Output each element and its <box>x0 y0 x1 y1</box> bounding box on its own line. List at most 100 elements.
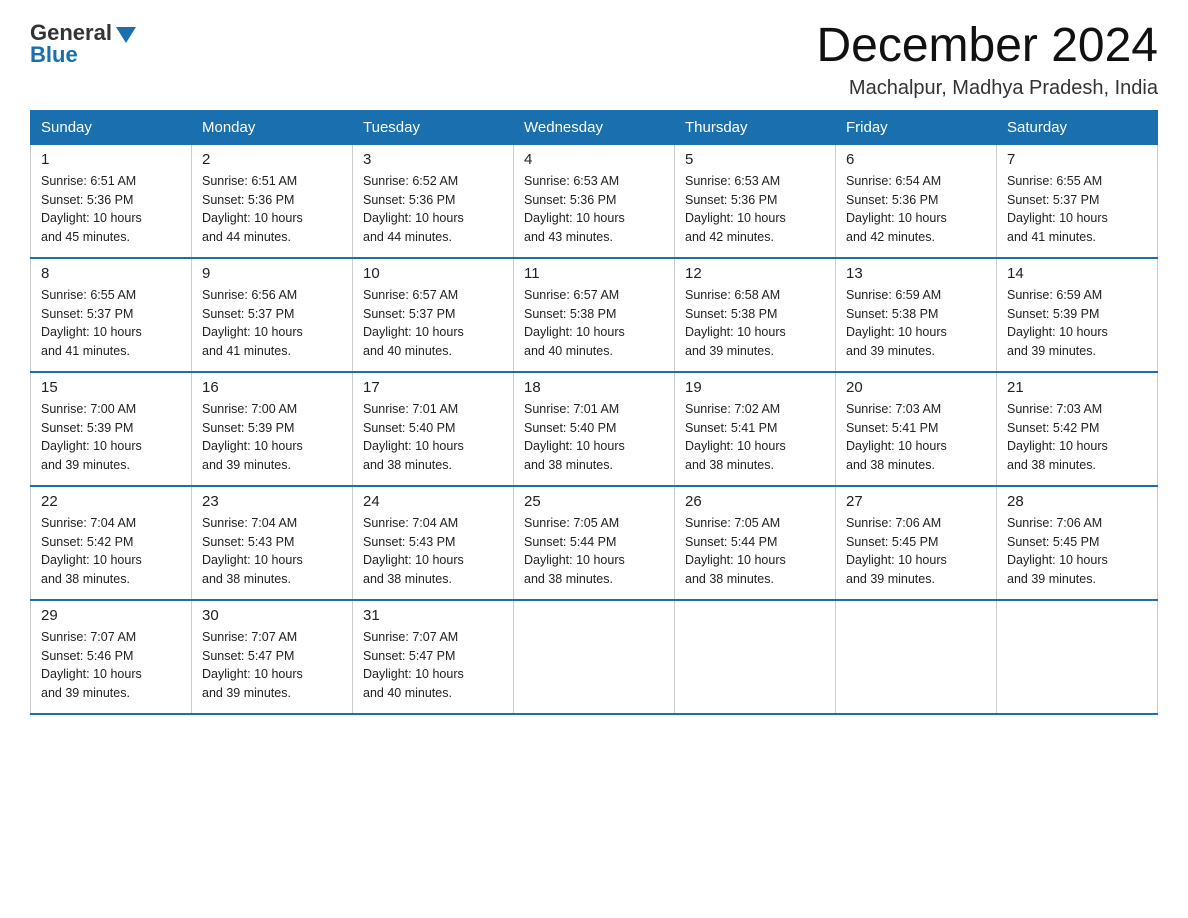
day-info: Sunrise: 7:07 AMSunset: 5:46 PMDaylight:… <box>41 628 181 703</box>
day-info: Sunrise: 6:59 AMSunset: 5:38 PMDaylight:… <box>846 286 986 361</box>
day-info: Sunrise: 7:05 AMSunset: 5:44 PMDaylight:… <box>685 514 825 589</box>
day-cell: 14 Sunrise: 6:59 AMSunset: 5:39 PMDayligh… <box>997 258 1158 372</box>
day-info: Sunrise: 6:58 AMSunset: 5:38 PMDaylight:… <box>685 286 825 361</box>
day-number: 13 <box>846 265 986 282</box>
day-cell: 8Sunrise: 6:55 AMSunset: 5:37 PMDaylight… <box>31 258 192 372</box>
day-number: 2 <box>202 151 342 168</box>
day-info: Sunrise: 7:00 AMSunset: 5:39 PMDaylight:… <box>41 400 181 475</box>
day-cell: 2 Sunrise: 6:51 AMSunset: 5:36 PMDaylight… <box>192 144 353 258</box>
day-cell: 12Sunrise: 6:58 AMSunset: 5:38 PMDayligh… <box>675 258 836 372</box>
day-number: 24 <box>363 493 503 510</box>
day-cell: 11Sunrise: 6:57 AMSunset: 5:38 PMDayligh… <box>514 258 675 372</box>
week-row-3: 15 Sunrise: 7:00 AMSunset: 5:39 PMDayligh… <box>31 372 1158 486</box>
day-number: 4 <box>524 151 664 168</box>
day-info: Sunrise: 6:54 AMSunset: 5:36 PMDaylight:… <box>846 172 986 247</box>
logo: General Blue <box>30 20 136 68</box>
day-number: 15 <box>41 379 181 396</box>
weekday-header-saturday: Saturday <box>997 110 1158 144</box>
day-info: Sunrise: 7:07 AMSunset: 5:47 PMDaylight:… <box>202 628 342 703</box>
day-cell: 26 Sunrise: 7:05 AMSunset: 5:44 PMDayligh… <box>675 486 836 600</box>
day-info: Sunrise: 7:04 AMSunset: 5:43 PMDaylight:… <box>363 514 503 589</box>
day-info: Sunrise: 6:55 AMSunset: 5:37 PMDaylight:… <box>1007 172 1147 247</box>
day-cell: 21 Sunrise: 7:03 AMSunset: 5:42 PMDayligh… <box>997 372 1158 486</box>
week-row-4: 22 Sunrise: 7:04 AMSunset: 5:42 PMDayligh… <box>31 486 1158 600</box>
day-number: 30 <box>202 607 342 624</box>
day-cell: 13 Sunrise: 6:59 AMSunset: 5:38 PMDayligh… <box>836 258 997 372</box>
weekday-header-wednesday: Wednesday <box>514 110 675 144</box>
day-info: Sunrise: 7:04 AMSunset: 5:43 PMDaylight:… <box>202 514 342 589</box>
day-number: 25 <box>524 493 664 510</box>
weekday-header-friday: Friday <box>836 110 997 144</box>
weekday-header-thursday: Thursday <box>675 110 836 144</box>
day-cell <box>836 600 997 714</box>
weekday-header-monday: Monday <box>192 110 353 144</box>
day-cell <box>514 600 675 714</box>
calendar-table: SundayMondayTuesdayWednesdayThursdayFrid… <box>30 110 1158 715</box>
logo-arrow-icon <box>116 27 136 43</box>
day-info: Sunrise: 6:51 AMSunset: 5:36 PMDaylight:… <box>41 172 181 247</box>
day-cell: 9 Sunrise: 6:56 AMSunset: 5:37 PMDaylight… <box>192 258 353 372</box>
day-cell: 17 Sunrise: 7:01 AMSunset: 5:40 PMDayligh… <box>353 372 514 486</box>
day-cell: 25 Sunrise: 7:05 AMSunset: 5:44 PMDayligh… <box>514 486 675 600</box>
day-number: 7 <box>1007 151 1147 168</box>
day-info: Sunrise: 7:06 AMSunset: 5:45 PMDaylight:… <box>846 514 986 589</box>
day-cell: 10Sunrise: 6:57 AMSunset: 5:37 PMDayligh… <box>353 258 514 372</box>
day-info: Sunrise: 7:01 AMSunset: 5:40 PMDaylight:… <box>363 400 503 475</box>
day-cell: 19Sunrise: 7:02 AMSunset: 5:41 PMDayligh… <box>675 372 836 486</box>
day-number: 22 <box>41 493 181 510</box>
day-cell: 31 Sunrise: 7:07 AMSunset: 5:47 PMDayligh… <box>353 600 514 714</box>
day-number: 16 <box>202 379 342 396</box>
day-info: Sunrise: 6:53 AMSunset: 5:36 PMDaylight:… <box>524 172 664 247</box>
day-cell: 16Sunrise: 7:00 AMSunset: 5:39 PMDayligh… <box>192 372 353 486</box>
day-info: Sunrise: 7:05 AMSunset: 5:44 PMDaylight:… <box>524 514 664 589</box>
day-cell: 20 Sunrise: 7:03 AMSunset: 5:41 PMDayligh… <box>836 372 997 486</box>
day-info: Sunrise: 6:57 AMSunset: 5:37 PMDaylight:… <box>363 286 503 361</box>
day-info: Sunrise: 7:03 AMSunset: 5:41 PMDaylight:… <box>846 400 986 475</box>
day-number: 3 <box>363 151 503 168</box>
logo-blue-text: Blue <box>30 42 78 68</box>
day-number: 8 <box>41 265 181 282</box>
day-info: Sunrise: 7:04 AMSunset: 5:42 PMDaylight:… <box>41 514 181 589</box>
day-info: Sunrise: 7:03 AMSunset: 5:42 PMDaylight:… <box>1007 400 1147 475</box>
day-number: 14 <box>1007 265 1147 282</box>
day-cell <box>997 600 1158 714</box>
day-cell: 18Sunrise: 7:01 AMSunset: 5:40 PMDayligh… <box>514 372 675 486</box>
day-number: 5 <box>685 151 825 168</box>
day-number: 17 <box>363 379 503 396</box>
day-cell: 30 Sunrise: 7:07 AMSunset: 5:47 PMDayligh… <box>192 600 353 714</box>
day-info: Sunrise: 7:02 AMSunset: 5:41 PMDaylight:… <box>685 400 825 475</box>
day-number: 20 <box>846 379 986 396</box>
day-cell: 6 Sunrise: 6:54 AMSunset: 5:36 PMDaylight… <box>836 144 997 258</box>
location-title: Machalpur, Madhya Pradesh, India <box>816 77 1158 100</box>
day-info: Sunrise: 6:51 AMSunset: 5:36 PMDaylight:… <box>202 172 342 247</box>
week-row-1: 1 Sunrise: 6:51 AMSunset: 5:36 PMDaylight… <box>31 144 1158 258</box>
day-number: 1 <box>41 151 181 168</box>
month-title: December 2024 <box>816 20 1158 73</box>
day-number: 9 <box>202 265 342 282</box>
day-number: 26 <box>685 493 825 510</box>
day-number: 28 <box>1007 493 1147 510</box>
day-cell: 7 Sunrise: 6:55 AMSunset: 5:37 PMDaylight… <box>997 144 1158 258</box>
day-info: Sunrise: 6:56 AMSunset: 5:37 PMDaylight:… <box>202 286 342 361</box>
day-cell: 15 Sunrise: 7:00 AMSunset: 5:39 PMDayligh… <box>31 372 192 486</box>
day-number: 31 <box>363 607 503 624</box>
day-info: Sunrise: 6:59 AMSunset: 5:39 PMDaylight:… <box>1007 286 1147 361</box>
day-cell: 4 Sunrise: 6:53 AMSunset: 5:36 PMDaylight… <box>514 144 675 258</box>
day-info: Sunrise: 7:06 AMSunset: 5:45 PMDaylight:… <box>1007 514 1147 589</box>
day-cell: 5 Sunrise: 6:53 AMSunset: 5:36 PMDaylight… <box>675 144 836 258</box>
day-number: 11 <box>524 265 664 282</box>
day-number: 21 <box>1007 379 1147 396</box>
weekday-header-sunday: Sunday <box>31 110 192 144</box>
day-cell: 22 Sunrise: 7:04 AMSunset: 5:42 PMDayligh… <box>31 486 192 600</box>
weekday-header-row: SundayMondayTuesdayWednesdayThursdayFrid… <box>31 110 1158 144</box>
day-cell: 29Sunrise: 7:07 AMSunset: 5:46 PMDayligh… <box>31 600 192 714</box>
day-cell: 27Sunrise: 7:06 AMSunset: 5:45 PMDayligh… <box>836 486 997 600</box>
day-number: 18 <box>524 379 664 396</box>
day-info: Sunrise: 6:53 AMSunset: 5:36 PMDaylight:… <box>685 172 825 247</box>
day-info: Sunrise: 7:07 AMSunset: 5:47 PMDaylight:… <box>363 628 503 703</box>
day-cell: 28 Sunrise: 7:06 AMSunset: 5:45 PMDayligh… <box>997 486 1158 600</box>
day-cell: 3Sunrise: 6:52 AMSunset: 5:36 PMDaylight… <box>353 144 514 258</box>
week-row-2: 8Sunrise: 6:55 AMSunset: 5:37 PMDaylight… <box>31 258 1158 372</box>
day-number: 6 <box>846 151 986 168</box>
weekday-header-tuesday: Tuesday <box>353 110 514 144</box>
